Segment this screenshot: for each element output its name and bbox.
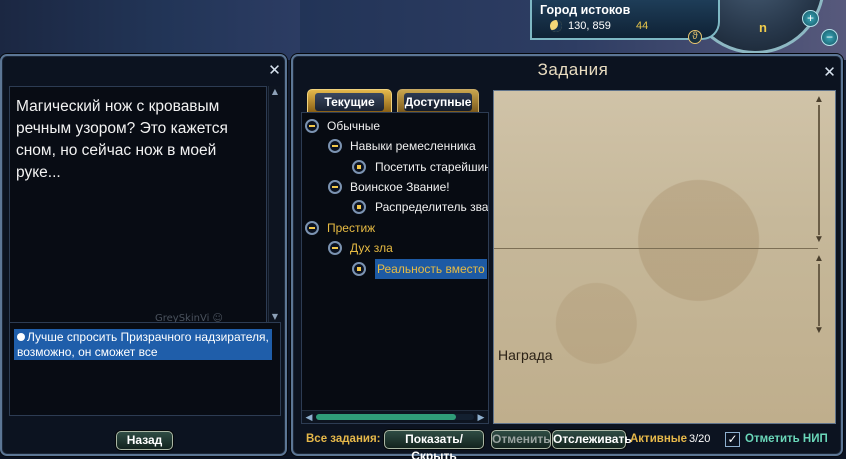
quest-journal-window: Задания ✕ Текущие Доступные Обычные Навы… (291, 54, 843, 459)
quest-label: Реальность вместо (375, 259, 487, 279)
hscroll-thumb[interactable] (316, 414, 456, 420)
scroll-up-icon[interactable]: ▲ (812, 95, 826, 105)
scroll-left-icon[interactable]: ◀ (303, 411, 315, 423)
quest-bullet-icon (352, 160, 366, 174)
collapse-icon[interactable] (305, 119, 319, 133)
scroll-down-icon[interactable]: ▼ (269, 311, 281, 322)
window-title: Задания (537, 60, 609, 79)
collapse-icon[interactable] (328, 180, 342, 194)
dialog-close-icon[interactable]: ✕ (267, 63, 282, 78)
quest-tree: Обычные Навыки ремесленника Посетить ста… (301, 112, 489, 424)
scroll-up-icon[interactable]: ▲ (812, 254, 826, 264)
collapse-icon[interactable] (305, 221, 319, 235)
active-count: 3/20 (689, 433, 711, 445)
npc-dialog-window: ✕ Магический нож с кровавым речным узоро… (0, 54, 287, 456)
subgroup-label: Навыки ремесленника (350, 139, 476, 153)
track-quest-button[interactable]: Отслеживать (552, 430, 632, 449)
quest-bullet-icon (352, 200, 366, 214)
minimap-symbol-icon[interactable]: ϑ (688, 30, 702, 44)
tab-current[interactable]: Текущие (307, 89, 392, 113)
description-scrollbar[interactable]: ▲ ▼ (810, 95, 828, 245)
scroll-track (818, 264, 820, 326)
scroll-down-icon[interactable]: ▼ (812, 235, 826, 245)
tab-available-label: Доступные (404, 93, 472, 111)
scroll-track (818, 105, 820, 235)
minimap: Город истоков 130, 859 44 n ϑ + − (530, 0, 846, 54)
coordinates: 130, 859 (568, 20, 611, 32)
subgroup-label: Воинское Звание! (350, 180, 450, 194)
moon-icon (550, 20, 562, 32)
zoom-out-button[interactable]: − (821, 29, 838, 46)
dialog-text: Магический нож с кровавым речным узором?… (16, 98, 228, 181)
quest-close-icon[interactable]: ✕ (822, 65, 837, 80)
quest-label: Посетить старейшин (375, 160, 489, 174)
mark-npc-label[interactable]: Отметить НИП (745, 433, 828, 445)
objective-scrollbar[interactable]: ▲ ▼ (810, 254, 828, 336)
dialog-option-label: Лучше спросить Призрачного надзирателя, … (17, 330, 269, 359)
zoom-in-button[interactable]: + (802, 10, 819, 27)
collapse-icon[interactable] (328, 241, 342, 255)
quest-list-hscrollbar[interactable]: ◀ ▶ (302, 410, 488, 423)
location-name: Город истоков (540, 3, 631, 17)
cancel-quest-button[interactable]: Отменить (491, 430, 551, 449)
reward-heading: Награда (498, 347, 553, 363)
background-scenery-left (0, 0, 300, 60)
scroll-up-icon[interactable]: ▲ (269, 86, 281, 97)
minimap-north-marker: n (759, 20, 767, 35)
dialog-scrollbar[interactable]: ▲ ▼ (268, 86, 280, 322)
group-label: Обычные (327, 119, 381, 133)
dialog-option[interactable]: Лучше спросить Призрачного надзирателя, … (14, 329, 272, 360)
group-label: Престиж (327, 221, 376, 235)
active-label: Активные (630, 433, 687, 445)
mark-npc-checkbox[interactable]: ✓ (725, 432, 740, 447)
dialog-options-list: Лучше спросить Призрачного надзирателя, … (9, 322, 281, 416)
scroll-right-icon[interactable]: ▶ (475, 411, 487, 423)
tab-available[interactable]: Доступные (397, 89, 479, 113)
back-button[interactable]: Назад (116, 431, 173, 450)
quest-bottom-bar: Все задания: Показать/Скрыть Отменить От… (305, 430, 835, 459)
tab-current-label: Текущие (315, 93, 384, 111)
show-hide-button[interactable]: Показать/Скрыть (384, 430, 484, 459)
scroll-down-icon[interactable]: ▼ (812, 326, 826, 336)
option-bullet-icon (17, 333, 25, 341)
quest-details-pane: ▲ ▼ ▲ ▼ Награда (493, 90, 836, 424)
subgroup-label: Дух зла (350, 241, 393, 255)
collapse-icon[interactable] (328, 139, 342, 153)
quest-bullet-icon (352, 262, 366, 276)
pane-divider (494, 248, 818, 249)
quest-label: Распределитель зва (375, 200, 489, 214)
player-level: 44 (636, 20, 649, 32)
all-quests-label: Все задания: (306, 433, 381, 445)
